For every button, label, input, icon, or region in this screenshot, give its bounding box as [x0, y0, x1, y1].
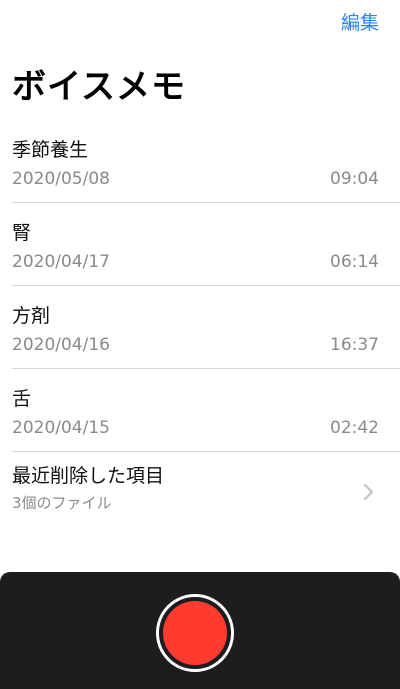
edit-button[interactable]: 編集	[341, 11, 379, 35]
recording-item[interactable]: 季節養生 2020/05/08 09:04	[12, 120, 400, 203]
recording-date: 2020/04/15	[12, 418, 110, 438]
page-title: ボイスメモ	[12, 67, 186, 107]
recording-date: 2020/05/08	[12, 169, 110, 189]
recently-deleted-title: 最近削除した項目	[12, 465, 165, 487]
recently-deleted-item[interactable]: 最近削除した項目 3個のファイル	[12, 452, 400, 532]
recording-list: 季節養生 2020/05/08 09:04 腎 2020/04/17 06:14…	[0, 120, 400, 532]
recording-date: 2020/04/17	[12, 252, 110, 272]
recording-title: 舌	[12, 388, 32, 410]
recording-duration: 16:37	[330, 335, 379, 355]
recording-title: 季節養生	[12, 139, 89, 161]
recording-date: 2020/04/16	[12, 335, 110, 355]
recording-duration: 02:42	[330, 418, 379, 438]
record-button[interactable]	[156, 594, 234, 672]
recently-deleted-count: 3個のファイル	[12, 494, 112, 512]
record-icon	[163, 601, 227, 665]
recording-item[interactable]: 舌 2020/04/15 02:42	[12, 369, 400, 452]
recording-duration: 06:14	[330, 252, 379, 272]
recording-item[interactable]: 腎 2020/04/17 06:14	[12, 203, 400, 286]
recording-title: 方剤	[12, 305, 51, 327]
chevron-right-icon	[363, 483, 374, 501]
recording-title: 腎	[12, 222, 32, 244]
recording-item[interactable]: 方剤 2020/04/16 16:37	[12, 286, 400, 369]
record-panel	[0, 572, 400, 689]
recording-duration: 09:04	[330, 169, 379, 189]
voice-memos-screen: 編集 ボイスメモ 季節養生 2020/05/08 09:04 腎 2020/04…	[0, 0, 400, 689]
